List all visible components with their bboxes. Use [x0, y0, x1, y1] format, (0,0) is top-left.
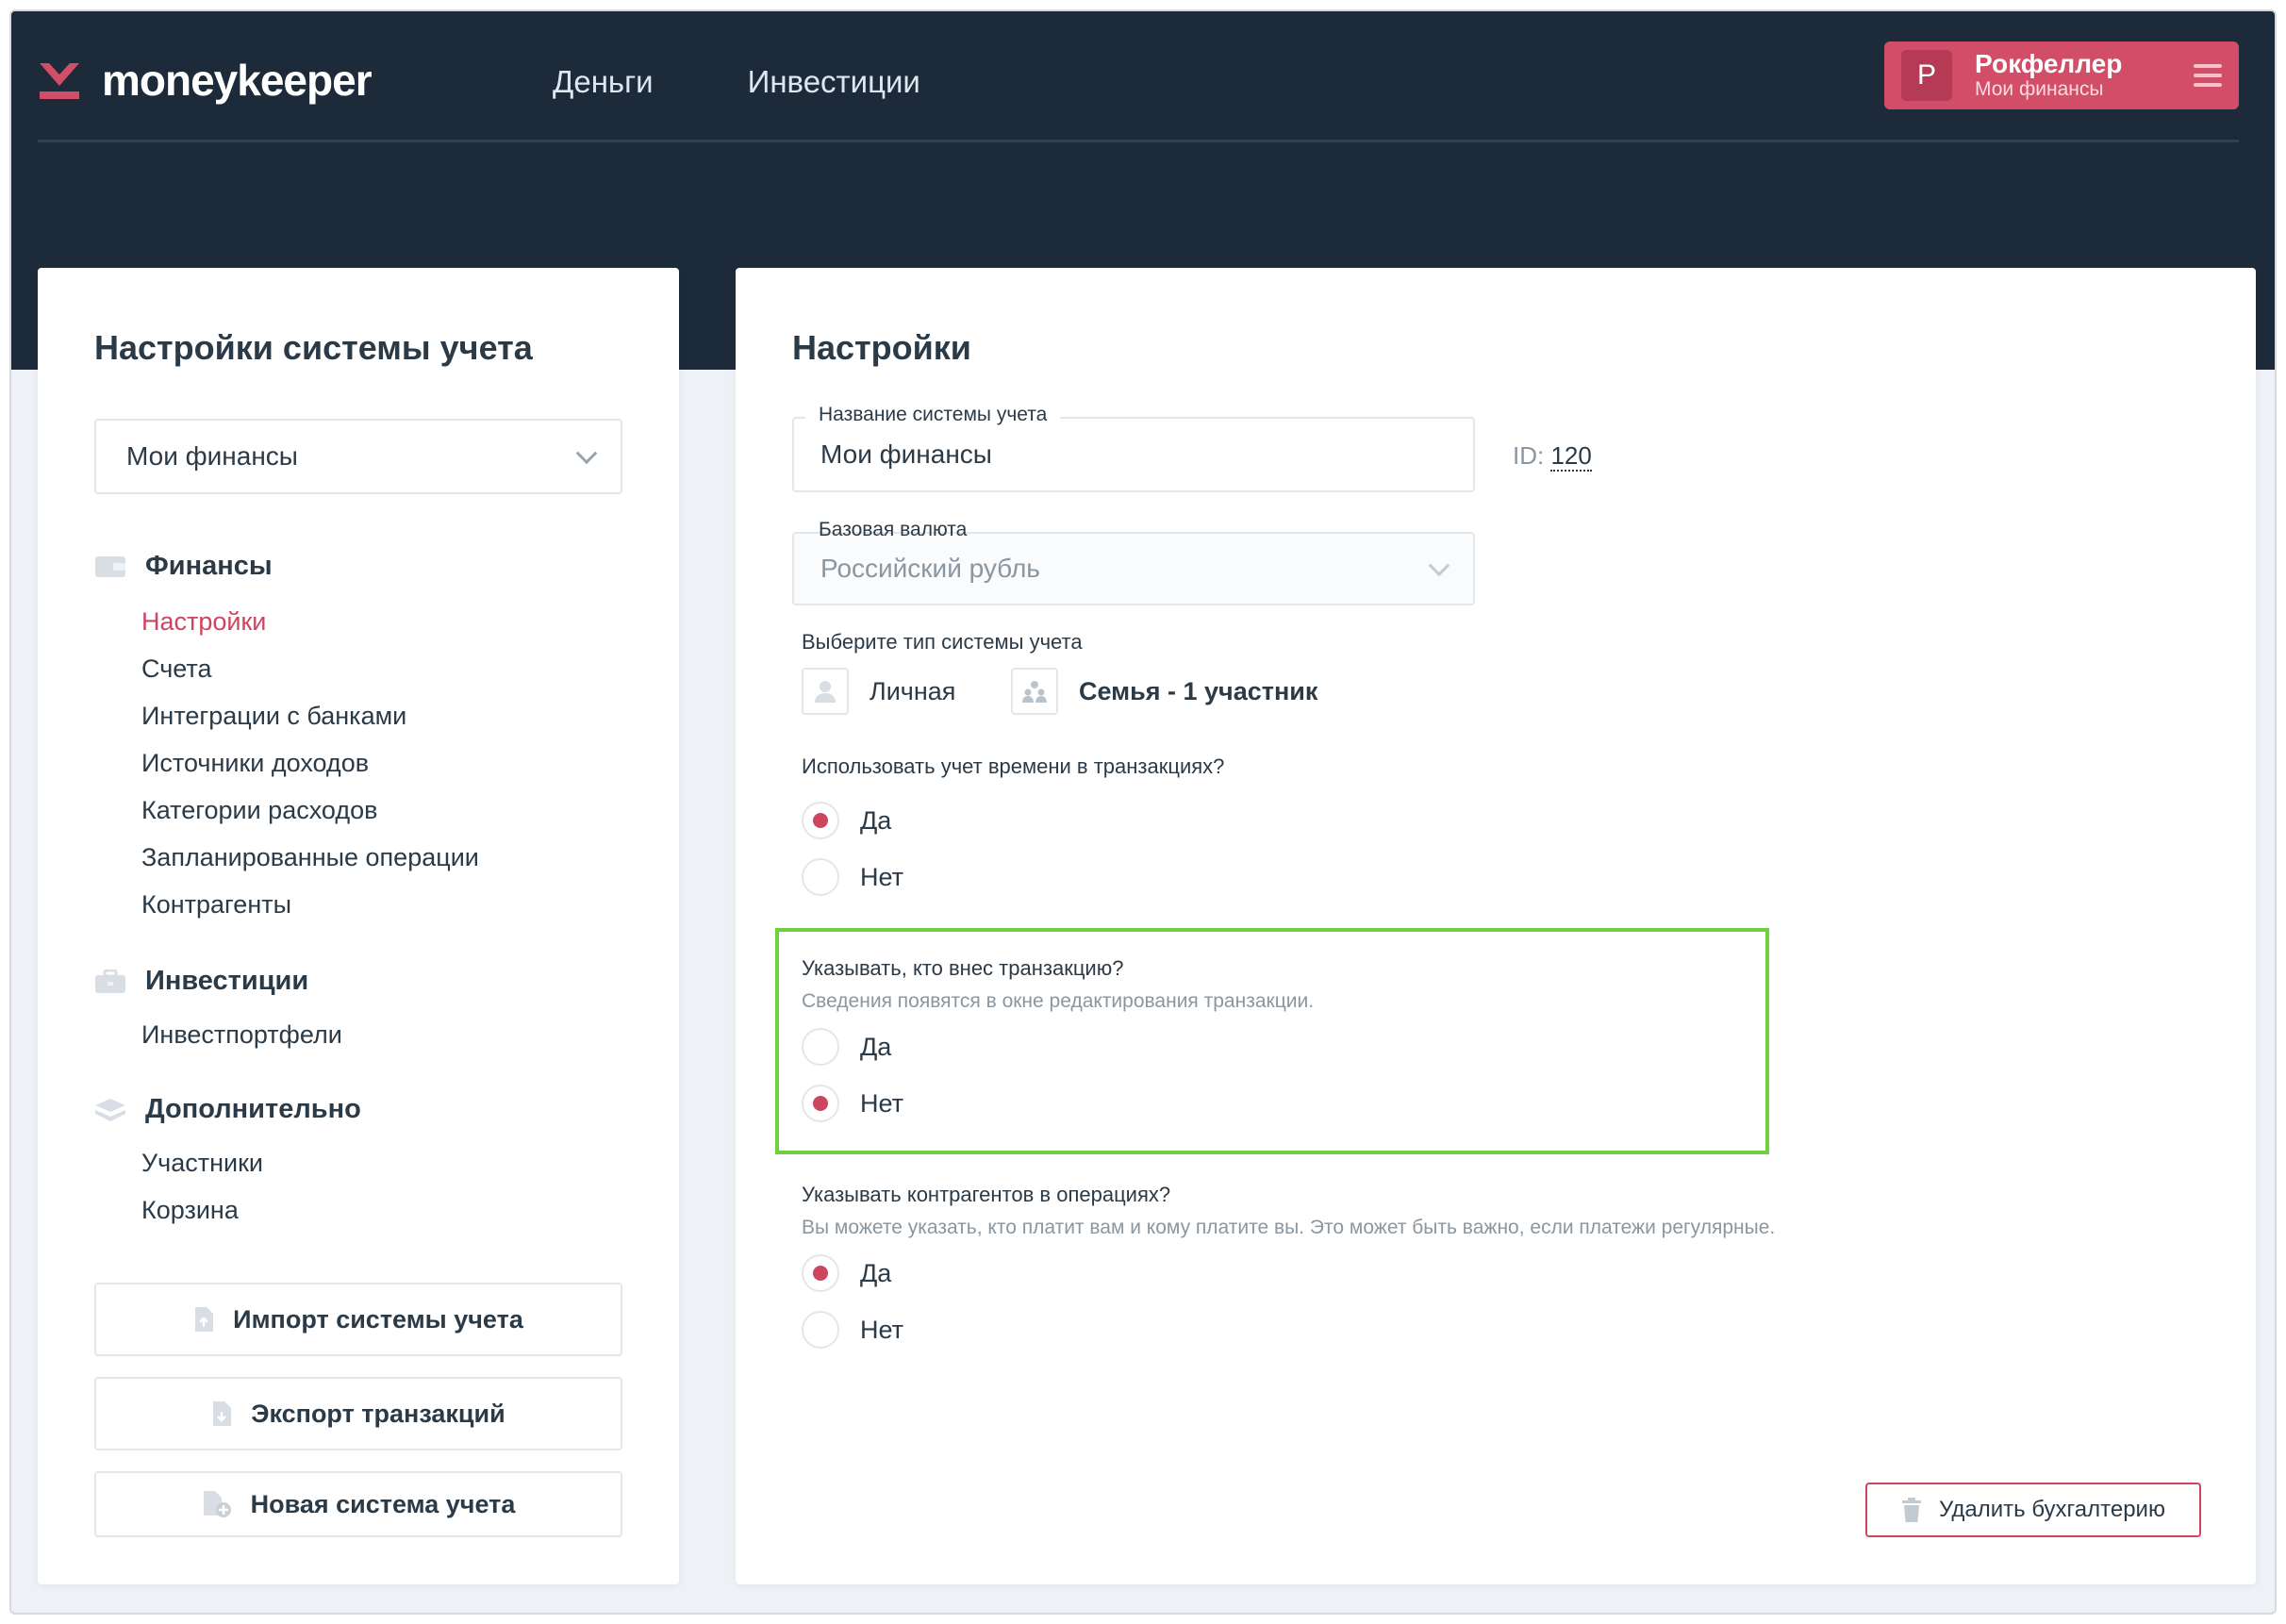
sidebar-item-trash[interactable]: Корзина: [141, 1196, 239, 1225]
group-icon: [1011, 668, 1058, 715]
sidebar-item-portfolios[interactable]: Инвестпортфели: [141, 1020, 342, 1050]
trash-icon: [1902, 1498, 1922, 1522]
user-subtitle: Мои финансы: [1975, 78, 2104, 100]
base-currency-label: Базовая валюта: [819, 519, 968, 540]
person-icon: [802, 668, 849, 715]
sidebar-item-accounts[interactable]: Счета: [141, 655, 211, 684]
accounting-system-value: Мои финансы: [126, 441, 298, 471]
radio-checked-icon[interactable]: [802, 1085, 839, 1122]
type-option-personal[interactable]: Личная: [802, 668, 955, 715]
menu-icon: [2194, 64, 2222, 87]
base-currency-value: Российский рубль: [820, 554, 1040, 583]
section-finance: Финансы: [94, 551, 273, 582]
system-name-value: Мои финансы: [820, 439, 992, 469]
new-system-button-label: Новая система учета: [250, 1489, 516, 1518]
radio-checked-icon[interactable]: [802, 802, 839, 839]
type-question: Выберите тип системы учета: [802, 630, 1083, 654]
sidebar-item-counterparties[interactable]: Контрагенты: [141, 890, 291, 920]
chevron-down-icon: [1428, 555, 1450, 577]
time-option-no-label: Нет: [860, 862, 903, 891]
type-option-family[interactable]: Семья - 1 участник: [1011, 668, 1317, 715]
nav-investments[interactable]: Инвестиции: [748, 64, 920, 100]
delete-accounting-button-label: Удалить бухгалтерию: [1939, 1497, 2165, 1522]
nav-money[interactable]: Деньги: [553, 64, 654, 100]
sidebar-item-members[interactable]: Участники: [141, 1149, 263, 1178]
logo-mark-icon: [38, 59, 81, 101]
delete-accounting-button[interactable]: Удалить бухгалтерию: [1865, 1483, 2201, 1537]
time-option-yes-label: Да: [860, 805, 892, 835]
radio-unchecked-icon[interactable]: [802, 858, 839, 896]
sidebar-item-bank-integrations[interactable]: Интеграции с банками: [141, 702, 406, 731]
header-divider: [38, 140, 2239, 142]
base-currency-select[interactable]: Российский рубль: [792, 532, 1475, 605]
counterparty-question: Указывать контрагентов в операциях?: [802, 1183, 1171, 1206]
logo-text: moneykeeper: [102, 56, 373, 105]
author-question: Указывать, кто внес транзакцию?: [802, 956, 1124, 980]
sidebar-title: Настройки системы учета: [94, 328, 533, 367]
sidebar-item-scheduled-operations[interactable]: Запланированные операции: [141, 843, 479, 872]
export-button[interactable]: Экспорт транзакций: [94, 1377, 622, 1450]
main-nav: Деньги Инвестиции: [553, 64, 920, 100]
layers-icon: [95, 1098, 125, 1121]
section-additional: Дополнительно: [94, 1094, 361, 1125]
sidebar-item-income-sources[interactable]: Источники доходов: [141, 749, 369, 778]
export-button-label: Экспорт транзакций: [251, 1399, 505, 1428]
system-name-label: Название системы учета: [805, 404, 1061, 426]
system-id: ID: 120: [1513, 441, 1592, 472]
avatar: Р: [1901, 50, 1952, 101]
settings-card: Настройки Мои финансы Название системы у…: [736, 268, 2256, 1584]
chevron-down-icon: [575, 442, 598, 465]
radio-checked-icon[interactable]: [802, 1254, 839, 1292]
counterparty-option-yes[interactable]: Да: [802, 1254, 891, 1292]
page-title: Настройки: [792, 328, 971, 367]
import-button-label: Импорт системы учета: [233, 1304, 523, 1334]
new-system-button[interactable]: Новая система учета: [94, 1471, 622, 1537]
counterparty-option-no[interactable]: Нет: [802, 1311, 903, 1349]
radio-unchecked-icon[interactable]: [802, 1311, 839, 1349]
counterparty-option-yes-label: Да: [860, 1258, 892, 1287]
import-button[interactable]: Импорт системы учета: [94, 1283, 622, 1356]
file-export-icon: [213, 1401, 232, 1426]
wallet-icon: [95, 555, 125, 577]
type-option-family-label: Семья - 1 участник: [1079, 676, 1318, 705]
system-id-label: ID:: [1513, 441, 1545, 470]
section-finance-title: Финансы: [145, 551, 273, 581]
time-question: Использовать учет времени в транзакциях?: [802, 754, 1225, 778]
radio-unchecked-icon[interactable]: [802, 1028, 839, 1066]
system-name-input[interactable]: Мои финансы: [792, 417, 1475, 492]
section-investments: Инвестиции: [94, 966, 308, 997]
time-option-yes[interactable]: Да: [802, 802, 891, 839]
time-option-no[interactable]: Нет: [802, 858, 903, 896]
app-window: moneykeeper Деньги Инвестиции Р Рокфелле…: [9, 9, 2277, 1615]
author-option-no[interactable]: Нет: [802, 1085, 903, 1122]
file-add-icon: [203, 1491, 231, 1517]
counterparty-option-no-label: Нет: [860, 1315, 903, 1344]
author-option-no-label: Нет: [860, 1088, 903, 1118]
sidebar-card: Настройки системы учета Мои финансы Фина…: [38, 268, 679, 1584]
author-hint: Сведения появятся в окне редактирования …: [802, 990, 1315, 1012]
system-id-value[interactable]: 120: [1550, 441, 1592, 472]
user-name: Рокфеллер: [1975, 49, 2123, 78]
author-option-yes-label: Да: [860, 1032, 892, 1061]
section-additional-title: Дополнительно: [145, 1094, 361, 1124]
file-import-icon: [195, 1307, 214, 1332]
author-option-yes[interactable]: Да: [802, 1028, 891, 1066]
accounting-system-select[interactable]: Мои финансы: [94, 419, 622, 494]
sidebar-item-settings[interactable]: Настройки: [141, 607, 266, 637]
logo[interactable]: moneykeeper: [38, 55, 373, 106]
sidebar-item-expense-categories[interactable]: Категории расходов: [141, 796, 377, 825]
user-menu-button[interactable]: Р Рокфеллер Мои финансы: [1884, 41, 2239, 109]
section-investments-title: Инвестиции: [145, 966, 309, 996]
counterparty-hint: Вы можете указать, кто платит вам и кому…: [802, 1217, 1776, 1238]
briefcase-icon: [95, 969, 125, 993]
type-option-personal-label: Личная: [870, 676, 956, 705]
